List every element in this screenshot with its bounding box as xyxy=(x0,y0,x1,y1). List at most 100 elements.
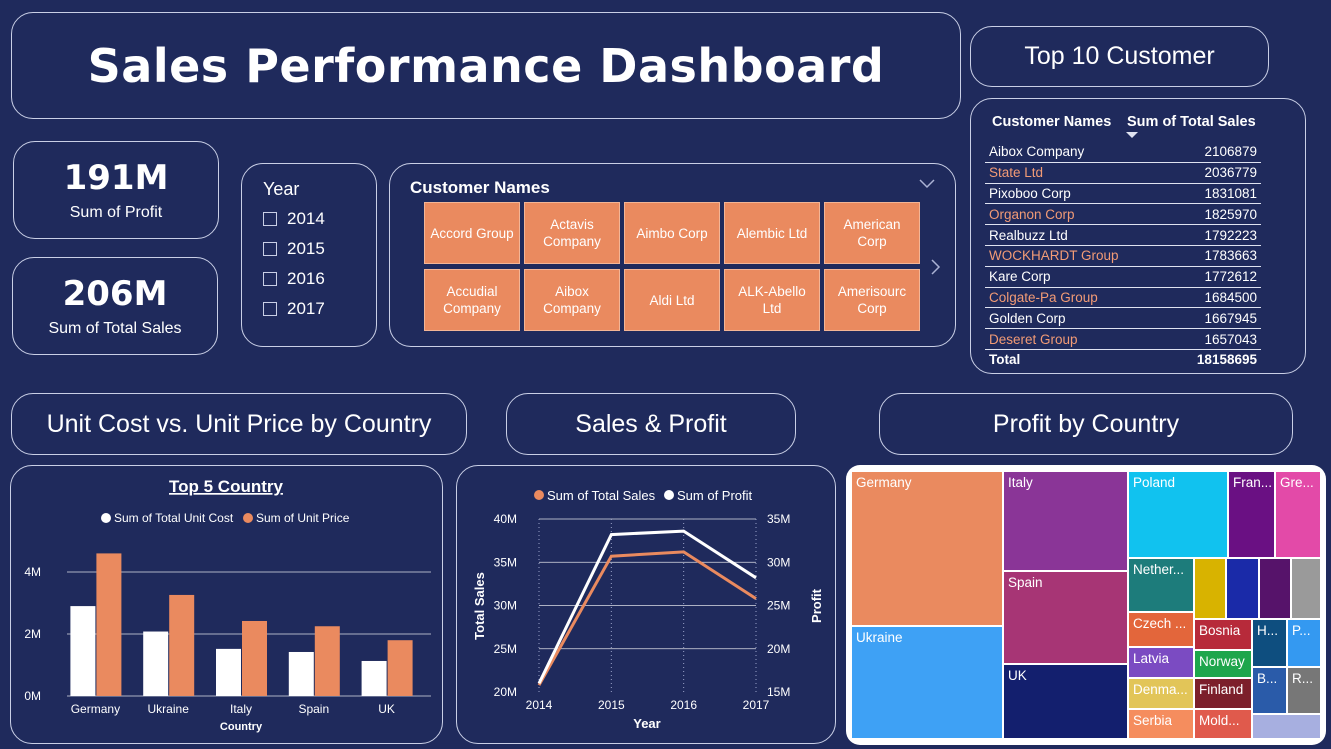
row-value: 1825970 xyxy=(1169,203,1261,226)
y2-tick-label: 30M xyxy=(767,555,790,569)
treemap-cell-r[interactable]: R... xyxy=(1287,667,1321,714)
year-option-label: 2016 xyxy=(287,269,325,288)
table-row[interactable]: Kare Corp 1772612 xyxy=(985,266,1261,288)
bar-spain-cost xyxy=(288,651,314,696)
customer-tile-3[interactable]: Aimbo Corp xyxy=(624,202,720,264)
chart-title: Top 5 Country xyxy=(169,477,283,496)
x-tick-label: UK xyxy=(378,702,395,716)
treemap-cell-mold[interactable]: Mold... xyxy=(1194,709,1252,739)
year-option-2017[interactable]: 2017 xyxy=(263,294,376,324)
treemap-cell-b[interactable]: B... xyxy=(1252,667,1287,714)
treemap-cell-unlabeled[interactable] xyxy=(1252,714,1321,739)
top10-table: Aibox Company 2106879 State Ltd 2036779 Pi… xyxy=(985,142,1261,370)
treemap-cell-gre[interactable]: Gre... xyxy=(1275,471,1321,558)
row-value: 1684500 xyxy=(1169,287,1261,309)
treemap-cell-spain[interactable]: Spain xyxy=(1003,571,1128,664)
chevron-down-icon[interactable] xyxy=(918,178,936,190)
row-value: 1792223 xyxy=(1169,224,1261,246)
treemap-cell-poland[interactable]: Poland xyxy=(1128,471,1228,558)
treemap-cell-norway[interactable]: Norway xyxy=(1194,650,1252,678)
treemap-cell-denma[interactable]: Denma... xyxy=(1128,678,1194,709)
sales-section-title-box: Sales & Profit xyxy=(506,393,796,455)
table-row[interactable]: WOCKHARDT Group 1783663 xyxy=(985,245,1261,267)
x-tick-label: 2017 xyxy=(743,698,770,712)
kpi-label-profit: Sum of Profit xyxy=(69,204,163,221)
total-label: Total xyxy=(989,352,1021,368)
table-row[interactable]: Aibox Company 2106879 xyxy=(985,142,1261,163)
treemap-cell-czech[interactable]: Czech ... xyxy=(1128,612,1194,647)
table-row[interactable]: Golden Corp 1667945 xyxy=(985,307,1261,330)
treemap-cell-finland[interactable]: Finland xyxy=(1194,678,1252,709)
chevron-right-icon[interactable] xyxy=(930,258,942,276)
total-value: 18158695 xyxy=(1196,352,1257,368)
col-header-sales[interactable]: Sum of Total Sales xyxy=(1127,114,1256,130)
year-option-2015[interactable]: 2015 xyxy=(263,234,376,264)
kpi-value-profit: 191M xyxy=(63,158,169,198)
row-value: 1783663 xyxy=(1169,245,1261,267)
bar-ukraine-cost xyxy=(143,631,169,696)
treemap-cell-germany[interactable]: Germany xyxy=(851,471,1003,626)
year-slicer-title: Year xyxy=(263,179,300,199)
bar-germany-cost xyxy=(70,606,96,696)
customer-tile-2[interactable]: Actavis Company xyxy=(524,202,620,264)
y-axis-label: Total Sales xyxy=(472,572,487,640)
customer-tile-4[interactable]: Alembic Ltd xyxy=(724,202,820,264)
legend-marker xyxy=(534,490,544,500)
bar-italy-cost xyxy=(216,648,241,696)
checkbox-icon[interactable] xyxy=(263,272,277,286)
customer-tile-9[interactable]: ALK-Abello Ltd xyxy=(724,269,820,331)
checkbox-icon[interactable] xyxy=(263,242,277,256)
legend-label: Sum of Total Unit Cost xyxy=(114,511,234,525)
bar-spain-price xyxy=(314,626,340,696)
table-row[interactable]: Organon Corp 1825970 xyxy=(985,203,1261,226)
treemap-cell-serbia[interactable]: Serbia xyxy=(1128,709,1194,739)
y2-axis-label: Profit xyxy=(809,588,824,623)
x-tick-label: 2015 xyxy=(598,698,625,712)
row-name: Organon Corp xyxy=(985,203,1170,226)
treemap-cell-h[interactable]: H... xyxy=(1252,619,1287,667)
customer-tile-10[interactable]: Amerisourc Corp xyxy=(824,269,920,331)
checkbox-icon[interactable] xyxy=(263,302,277,316)
table-row[interactable]: Realbuzz Ltd 1792223 xyxy=(985,224,1261,246)
customer-tile-8[interactable]: Aldi Ltd xyxy=(624,269,720,331)
x-tick-label: 2014 xyxy=(526,698,553,712)
treemap-cell-fran[interactable]: Fran... xyxy=(1228,471,1275,558)
legend-marker xyxy=(243,513,253,523)
col-header-customer[interactable]: Customer Names xyxy=(992,114,1111,130)
table-row[interactable]: State Ltd 2036779 xyxy=(985,162,1261,184)
checkbox-icon[interactable] xyxy=(263,212,277,226)
sort-down-icon[interactable] xyxy=(1126,132,1138,139)
row-value: 1772612 xyxy=(1169,266,1261,288)
treemap-cell-uk[interactable]: UK xyxy=(1003,664,1128,739)
row-value: 2106879 xyxy=(1169,142,1261,163)
treemap-box: Germany Ukraine Italy Spain UK Poland Fran... G… xyxy=(846,465,1326,745)
customer-tile-6[interactable]: Accudial Company xyxy=(424,269,520,331)
year-slicer: Year 2014 2015 2016 2017 xyxy=(241,163,377,347)
customer-tile-5[interactable]: American Corp xyxy=(824,202,920,264)
treemap-cell-bosnia[interactable]: Bosnia xyxy=(1194,619,1252,650)
treemap-cell-italy[interactable]: Italy xyxy=(1003,471,1128,571)
customer-tile-1[interactable]: Accord Group xyxy=(424,202,520,264)
kpi-label-sales: Sum of Total Sales xyxy=(48,320,182,337)
customer-tile-7[interactable]: Aibox Company xyxy=(524,269,620,331)
y-tick-label: 2M xyxy=(24,627,41,641)
year-option-2014[interactable]: 2014 xyxy=(263,204,376,234)
year-option-2016[interactable]: 2016 xyxy=(263,264,376,294)
treemap-cell-unlabeled[interactable] xyxy=(1291,558,1321,619)
treemap-cell-unlabeled[interactable] xyxy=(1226,558,1259,619)
row-name: Aibox Company xyxy=(985,142,1170,163)
bar-uk-cost xyxy=(361,660,387,696)
table-row[interactable]: Deseret Group 1657043 xyxy=(985,328,1261,350)
row-value: 1667945 xyxy=(1169,307,1261,330)
treemap-cell-p[interactable]: P... xyxy=(1287,619,1321,667)
y-tick-label: 25M xyxy=(494,642,517,656)
treemap-cell-ukraine[interactable]: Ukraine xyxy=(851,626,1003,739)
treemap-cell-nether[interactable]: Nether... xyxy=(1128,558,1194,612)
bar-uk-price xyxy=(387,640,413,696)
y2-tick-label: 20M xyxy=(767,642,790,656)
table-row[interactable]: Pixoboo Corp 1831081 xyxy=(985,183,1261,205)
treemap-cell-latvia[interactable]: Latvia xyxy=(1128,647,1194,678)
table-row[interactable]: Colgate-Pa Group 1684500 xyxy=(985,287,1261,309)
treemap-cell-unlabeled[interactable] xyxy=(1194,558,1226,619)
treemap-cell-unlabeled[interactable] xyxy=(1259,558,1291,619)
